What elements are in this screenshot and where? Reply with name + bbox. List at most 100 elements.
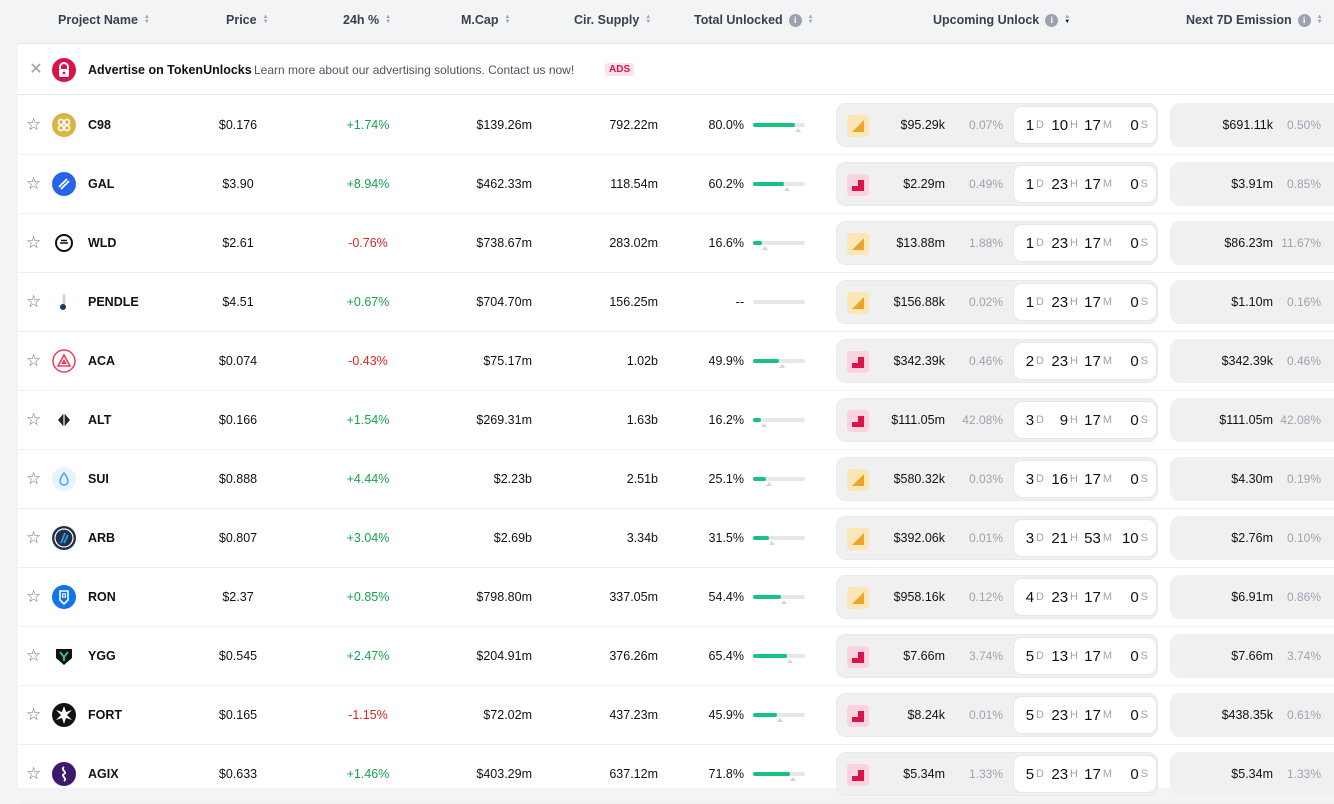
unlock-progress-bar [753,536,805,545]
upcoming-unlock[interactable]: $111.05m 42.08% 3D 9H 17 M 0S [836,398,1158,442]
next-7d-emission[interactable]: $111.05m 42.08% [1170,398,1334,442]
upcoming-unlock[interactable]: $5.34m 1.33% 5D 23 H 17 M 0S [836,752,1158,796]
table-row[interactable]: ☆ ARB $0.807 +3.04% $2.69b 3.34b 31.5% $… [18,509,1334,568]
next-7d-emission[interactable]: $691.11k 0.50% [1170,103,1334,147]
next-7d-emission[interactable]: $6.91m 0.86% [1170,575,1334,619]
next-7d-emission[interactable]: $3.91m 0.85% [1170,162,1334,206]
project-name[interactable]: ACA [88,332,115,390]
countdown-days: 3D [1025,529,1044,547]
upcoming-unlock[interactable]: $958.16k 0.12% 4D 23 H 17 M 0S [836,575,1158,619]
next-7d-emission[interactable]: $4.30m 0.19% [1170,457,1334,501]
table-row[interactable]: ☆ PENDLE $4.51 +0.67% $704.70m 156.25m -… [18,273,1334,332]
project-name[interactable]: AGIX [88,745,119,803]
upcoming-unlock[interactable]: $7.66m 3.74% 5D 13 H 17 M 0S [836,634,1158,678]
info-icon[interactable]: i [1045,13,1059,27]
advertise-banner[interactable]: ✕ Advertise on TokenUnlocks Learn more a… [18,45,1334,95]
next-7d-emission[interactable]: $7.66m 3.74% [1170,634,1334,678]
total-unlocked-percent: 54.4% [708,590,744,604]
upcoming-unlock-percent: 1.88% [968,236,1003,250]
progress-marker-icon [787,659,793,663]
col-project-name[interactable]: Project Name ▲ ▼ [58,0,150,40]
star-icon[interactable]: ☆ [26,155,44,213]
table-row[interactable]: ☆ FORT $0.165 -1.15% $72.02m 437.23m 45.… [18,686,1334,745]
cliff-unlock-icon [847,764,869,786]
close-icon[interactable]: ✕ [28,62,44,78]
total-unlocked-percent: 60.2% [708,177,744,191]
project-name[interactable]: FORT [88,686,122,744]
col-mcap[interactable]: M.Cap ▲ ▼ [461,0,510,40]
upcoming-unlock[interactable]: $13.88m 1.88% 1D 23 H 17 M 0S [836,221,1158,265]
col-24h[interactable]: 24h % ▲ ▼ [343,0,391,40]
star-icon[interactable]: ☆ [26,332,44,390]
next-7d-emission[interactable]: $1.10m 0.16% [1170,280,1334,324]
next-7d-emission[interactable]: $86.23m 11.67% [1170,221,1334,265]
next-7d-emission[interactable]: $342.39k 0.46% [1170,339,1334,383]
progress-marker-icon [779,364,785,368]
upcoming-unlock[interactable]: $8.24k 0.01% 5D 23 H 17 M 0S [836,693,1158,737]
project-name[interactable]: WLD [88,214,116,272]
upcoming-unlock[interactable]: $342.39k 0.46% 2D 23 H 17 M 0S [836,339,1158,383]
upcoming-unlock-value: $7.66m [903,649,945,663]
project-name[interactable]: ARB [88,509,115,567]
project-name[interactable]: C98 [88,96,111,154]
upcoming-unlock[interactable]: $156.88k 0.02% 1D 23 H 17 M 0S [836,280,1158,324]
change-24h: -0.76% [348,236,388,250]
star-icon[interactable]: ☆ [26,686,44,744]
project-name[interactable]: ALT [88,391,111,449]
table-row[interactable]: ☆ RON $2.37 +0.85% $798.80m 337.05m 54.4… [18,568,1334,627]
emission-value: $6.91m [1231,590,1273,604]
countdown-timer: 5D 23 H 17 M 0S [1013,755,1157,793]
star-icon[interactable]: ☆ [26,509,44,567]
star-icon[interactable]: ☆ [26,96,44,154]
star-icon[interactable]: ☆ [26,627,44,685]
upcoming-unlock[interactable]: $95.29k 0.07% 1D 10 H 17 M 0S [836,103,1158,147]
table-row[interactable]: ☆ ALT $0.166 +1.54% $269.31m 1.63b 16.2%… [18,391,1334,450]
table-row[interactable]: ☆ SUI $0.888 +4.44% $2.23b 2.51b 25.1% $… [18,450,1334,509]
ad-description[interactable]: Learn more about our advertising solutio… [254,63,574,77]
unlock-progress-bar [753,713,805,722]
market-cap: $704.70m [476,295,532,309]
ad-title[interactable]: Advertise on TokenUnlocks [88,63,252,77]
table-row[interactable]: ☆ C98 $0.176 +1.74% $139.26m 792.22m 80.… [18,96,1334,155]
next-7d-emission[interactable]: $438.35k 0.61% [1170,693,1334,737]
next-7d-emission[interactable]: $5.34m 1.33% [1170,752,1334,796]
table-row[interactable]: ☆ WLD $2.61 -0.76% $738.67m 283.02m 16.6… [18,214,1334,273]
total-unlocked-percent: 31.5% [708,531,744,545]
col-price[interactable]: Price ▲ ▼ [226,0,269,40]
project-name[interactable]: GAL [88,155,114,213]
project-name[interactable]: SUI [88,450,109,508]
star-icon[interactable]: ☆ [26,273,44,331]
sui-logo [52,467,76,491]
upcoming-unlock[interactable]: $580.32k 0.03% 3D 16 H 17 M 0S [836,457,1158,501]
unlock-progress-fill [753,182,784,186]
c98-logo [52,113,76,137]
info-icon[interactable]: i [1297,13,1311,27]
col-upcoming-unlock[interactable]: Upcoming Unlock i ▲ ▼ [933,0,1070,40]
table-row[interactable]: ☆ ACA $0.074 -0.43% $75.17m 1.02b 49.9% … [18,332,1334,391]
table-row[interactable]: ☆ YGG $0.545 +2.47% $204.91m 376.26m 65.… [18,627,1334,686]
table-row[interactable]: ☆ GAL $3.90 +8.94% $462.33m 118.54m 60.2… [18,155,1334,214]
table-row[interactable]: ☆ AGIX $0.633 +1.46% $403.29m 637.12m 71… [18,745,1334,804]
star-icon[interactable]: ☆ [26,450,44,508]
unlock-progress-fill [753,772,790,776]
star-icon[interactable]: ☆ [26,214,44,272]
col-total-unlocked[interactable]: Total Unlocked i ▲ ▼ [694,0,814,40]
emission-value: $5.34m [1231,767,1273,781]
project-name[interactable]: PENDLE [88,273,139,331]
project-name[interactable]: YGG [88,627,116,685]
next-7d-emission[interactable]: $2.76m 0.10% [1170,516,1334,560]
unlock-progress-fill [753,536,769,540]
upcoming-unlock[interactable]: $2.29m 0.49% 1D 23 H 17 M 0S [836,162,1158,206]
star-icon[interactable]: ☆ [26,391,44,449]
circulating-supply: 3.34b [626,531,658,545]
col-next-7d-emission[interactable]: Next 7D Emission i ▲ ▼ [1186,0,1323,40]
info-icon[interactable]: i [788,13,802,27]
star-icon[interactable]: ☆ [26,745,44,803]
col-supply[interactable]: Cir. Supply ▲ ▼ [574,0,651,40]
project-name[interactable]: RON [88,568,116,626]
star-icon[interactable]: ☆ [26,568,44,626]
countdown-hours: 9H [1059,411,1078,429]
upcoming-unlock[interactable]: $392.06k 0.01% 3D 21 H 53 M 10 S [836,516,1158,560]
unlock-progress-bar [753,359,805,368]
change-24h: +3.04% [346,531,390,545]
